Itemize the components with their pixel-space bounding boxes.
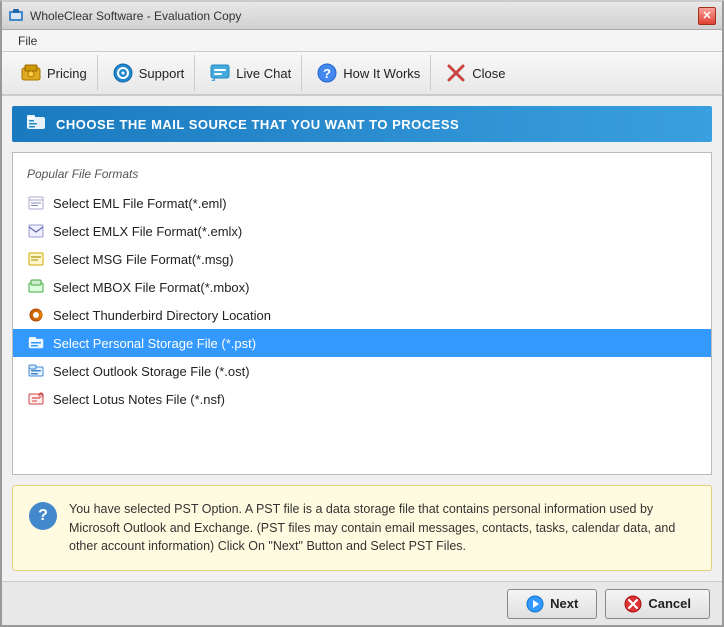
list-item-pst[interactable]: Select Personal Storage File (*.pst) [13, 329, 711, 357]
thunderbird-icon [27, 306, 45, 324]
menu-file[interactable]: File [10, 32, 45, 50]
pst-label: Select Personal Storage File (*.pst) [53, 336, 256, 351]
title-bar-left: WholeClear Software - Evaluation Copy [8, 8, 241, 24]
pst-icon [27, 334, 45, 352]
close-toolbar-icon [445, 62, 467, 84]
app-icon [8, 8, 24, 24]
livechat-icon [209, 62, 231, 84]
main-content: CHOOSE THE MAIL SOURCE THAT YOU WANT TO … [2, 96, 722, 581]
title-close-button[interactable]: ✕ [698, 7, 716, 25]
info-icon: ? [29, 502, 57, 530]
close-label: Close [472, 66, 505, 81]
title-bar: WholeClear Software - Evaluation Copy ✕ [2, 2, 722, 30]
cancel-button[interactable]: Cancel [605, 589, 710, 619]
cancel-icon [624, 595, 642, 613]
ost-label: Select Outlook Storage File (*.ost) [53, 364, 250, 379]
next-button[interactable]: Next [507, 589, 597, 619]
emlx-icon [27, 222, 45, 240]
pricing-label: Pricing [47, 66, 87, 81]
next-label: Next [550, 596, 578, 611]
support-icon [112, 62, 134, 84]
eml-label: Select EML File Format(*.eml) [53, 196, 227, 211]
ost-icon [27, 362, 45, 380]
menu-bar: File [2, 30, 722, 52]
msg-icon [27, 250, 45, 268]
list-item-mbox[interactable]: Select MBOX File Format(*.mbox) [13, 273, 711, 301]
bottom-bar: Next Cancel [2, 581, 722, 625]
list-item-thunderbird[interactable]: Select Thunderbird Directory Location [13, 301, 711, 329]
support-label: Support [139, 66, 185, 81]
toolbar-btn-close[interactable]: Close [435, 55, 515, 91]
toolbar-btn-pricing[interactable]: Pricing [10, 55, 98, 91]
toolbar-btn-livechat[interactable]: Live Chat [199, 55, 302, 91]
file-list: Popular File Formats Select EML File For… [12, 152, 712, 475]
nsf-icon: N [27, 390, 45, 408]
list-group-label: Popular File Formats [13, 163, 711, 189]
list-item-nsf[interactable]: N Select Lotus Notes File (*.nsf) [13, 385, 711, 413]
main-window: WholeClear Software - Evaluation Copy ✕ … [0, 0, 724, 627]
section-header-text: CHOOSE THE MAIL SOURCE THAT YOU WANT TO … [56, 117, 459, 132]
emlx-label: Select EMLX File Format(*.emlx) [53, 224, 242, 239]
livechat-label: Live Chat [236, 66, 291, 81]
info-box-text: You have selected PST Option. A PST file… [69, 500, 695, 556]
nsf-label: Select Lotus Notes File (*.nsf) [53, 392, 225, 407]
list-item-msg[interactable]: Select MSG File Format(*.msg) [13, 245, 711, 273]
list-item-emlx[interactable]: Select EMLX File Format(*.emlx) [13, 217, 711, 245]
list-item-eml[interactable]: Select EML File Format(*.eml) [13, 189, 711, 217]
svg-text:?: ? [323, 66, 331, 81]
toolbar: Pricing Support Live Chat [2, 52, 722, 96]
toolbar-btn-support[interactable]: Support [102, 55, 196, 91]
pricing-icon [20, 62, 42, 84]
mbox-icon [27, 278, 45, 296]
section-header-icon [26, 112, 46, 137]
eml-icon [27, 194, 45, 212]
list-item-ost[interactable]: Select Outlook Storage File (*.ost) [13, 357, 711, 385]
msg-label: Select MSG File Format(*.msg) [53, 252, 234, 267]
howitworks-icon: ? [316, 62, 338, 84]
section-header: CHOOSE THE MAIL SOURCE THAT YOU WANT TO … [12, 106, 712, 142]
mbox-label: Select MBOX File Format(*.mbox) [53, 280, 250, 295]
next-icon [526, 595, 544, 613]
thunderbird-label: Select Thunderbird Directory Location [53, 308, 271, 323]
toolbar-btn-howitworks[interactable]: ? How It Works [306, 55, 431, 91]
info-box: ? You have selected PST Option. A PST fi… [12, 485, 712, 571]
howitworks-label: How It Works [343, 66, 420, 81]
cancel-label: Cancel [648, 596, 691, 611]
svg-text:N: N [40, 393, 43, 398]
title-text: WholeClear Software - Evaluation Copy [30, 9, 241, 23]
